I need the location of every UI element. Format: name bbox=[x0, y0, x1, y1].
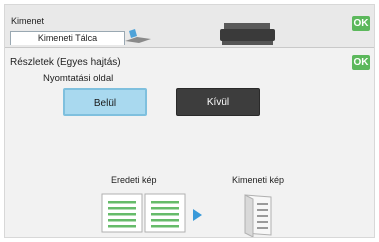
outside-option-button[interactable]: Kívül bbox=[176, 88, 260, 116]
ok-button-top[interactable]: OK bbox=[352, 16, 370, 31]
printer-machine-icon bbox=[220, 23, 275, 45]
output-image-label: Kimeneti kép bbox=[232, 175, 285, 185]
output-tray-icon bbox=[125, 29, 151, 43]
top-bar: Kimenet Kimeneti Tálca OK bbox=[5, 5, 374, 47]
ok-button-section[interactable]: OK bbox=[352, 55, 370, 70]
print-side-label: Nyomtatási oldal bbox=[43, 73, 114, 84]
section-heading: Részletek (Egyes hajtás) bbox=[10, 57, 121, 68]
original-open-book-icon bbox=[101, 193, 186, 233]
original-image-label: Eredeti kép bbox=[111, 175, 157, 185]
arrow-right-icon bbox=[193, 209, 202, 221]
inside-option-button[interactable]: Belül bbox=[63, 88, 147, 116]
output-folded-page-icon bbox=[244, 194, 272, 237]
tab-output-tray[interactable]: Kimeneti Tálca bbox=[10, 31, 125, 45]
screen-title: Kimenet bbox=[11, 16, 45, 26]
screen-frame: Kimenet Kimeneti Tálca OK Részletek (Egy… bbox=[4, 4, 375, 238]
